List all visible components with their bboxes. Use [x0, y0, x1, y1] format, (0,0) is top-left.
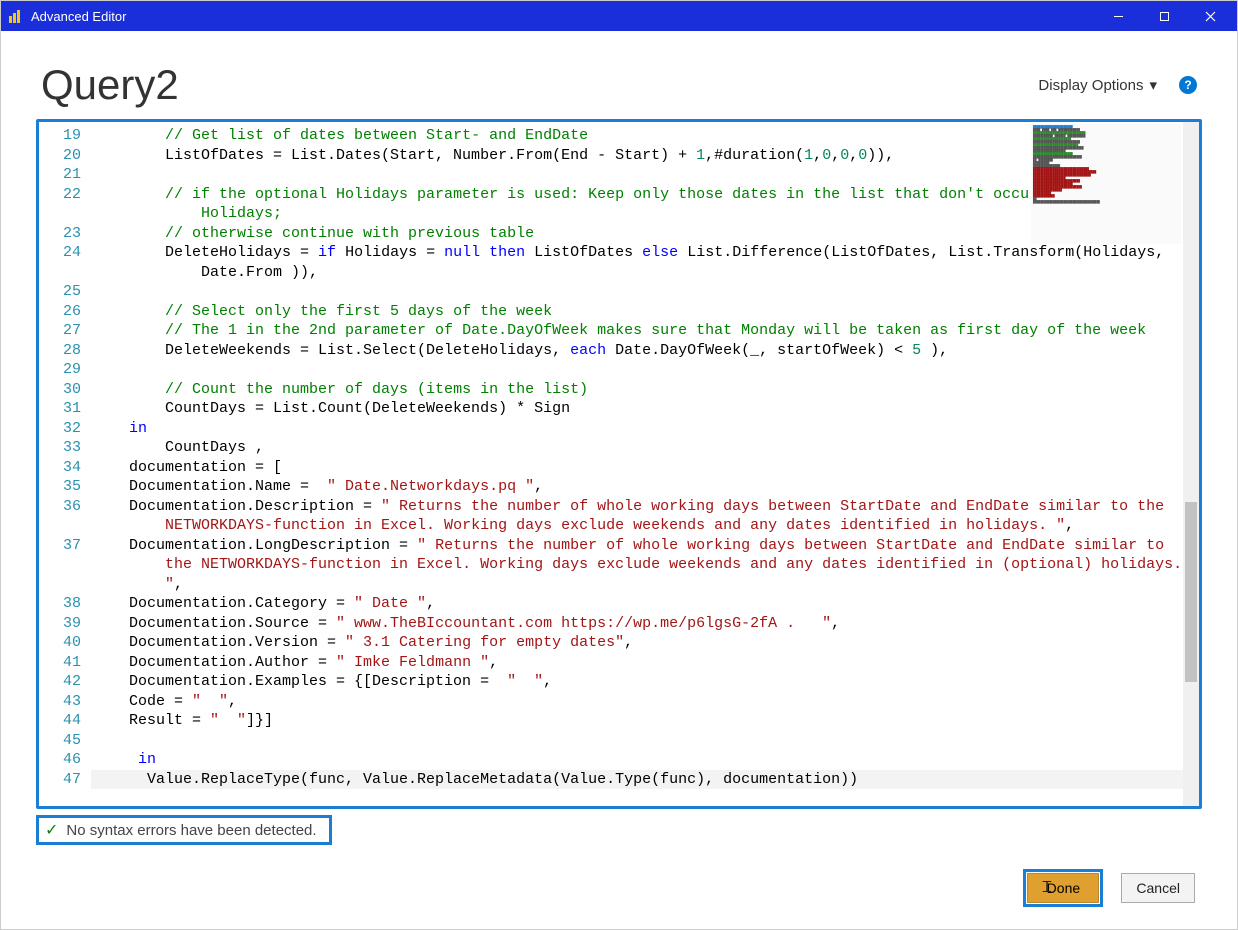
line-number: 36	[39, 497, 81, 517]
line-number: 44	[39, 711, 81, 731]
code-line[interactable]: // Count the number of days (items in th…	[91, 380, 1199, 400]
line-number: 22	[39, 185, 81, 205]
line-number	[39, 555, 81, 575]
line-number	[39, 516, 81, 536]
code-line[interactable]: Code = " ",	[91, 692, 1199, 712]
code-line[interactable]: NETWORKDAYS-function in Excel. Working d…	[91, 516, 1199, 536]
done-button[interactable]: Ꮖ Done	[1027, 873, 1099, 903]
code-line[interactable]: in	[91, 419, 1199, 439]
cancel-button[interactable]: Cancel	[1121, 873, 1195, 903]
code-line[interactable]: documentation = [	[91, 458, 1199, 478]
line-number: 19	[39, 126, 81, 146]
code-line[interactable]: ",	[91, 575, 1199, 595]
vertical-scrollbar[interactable]	[1183, 122, 1199, 806]
line-number	[39, 263, 81, 283]
scrollbar-thumb[interactable]	[1185, 502, 1197, 682]
code-line[interactable]: Documentation.Description = " Returns th…	[91, 497, 1199, 517]
code-minimap[interactable]: ██████████████████████████ ████ ███ ████…	[1031, 124, 1181, 244]
line-number: 34	[39, 458, 81, 478]
done-button-highlight: Ꮖ Done	[1023, 869, 1103, 907]
line-number: 31	[39, 399, 81, 419]
code-line[interactable]: DeleteHolidays = if Holidays = null then…	[91, 243, 1199, 263]
line-number: 30	[39, 380, 81, 400]
code-editor[interactable]: 19202122 2324 252627282930313233343536 3…	[36, 119, 1202, 809]
line-number: 20	[39, 146, 81, 166]
line-number: 25	[39, 282, 81, 302]
line-number: 42	[39, 672, 81, 692]
display-options-label: Display Options	[1038, 77, 1143, 94]
line-number: 41	[39, 653, 81, 673]
code-line[interactable]: // The 1 in the 2nd parameter of Date.Da…	[91, 321, 1199, 341]
text-cursor-icon: Ꮖ	[1042, 879, 1052, 897]
code-line[interactable]: DeleteWeekends = List.Select(DeleteHolid…	[91, 341, 1199, 361]
code-line[interactable]: Documentation.Source = " www.TheBIccount…	[91, 614, 1199, 634]
code-line[interactable]: Result = " "]}]	[91, 711, 1199, 731]
line-number: 33	[39, 438, 81, 458]
code-line[interactable]: Value.ReplaceType(func, Value.ReplaceMet…	[91, 770, 1199, 790]
code-line[interactable]: in	[91, 750, 1199, 770]
powerbi-icon	[9, 9, 23, 23]
code-line[interactable]: Date.From )),	[91, 263, 1199, 283]
chevron-down-icon: ▾	[1149, 76, 1157, 94]
code-line[interactable]: Documentation.Version = " 3.1 Catering f…	[91, 633, 1199, 653]
line-number	[39, 575, 81, 595]
close-button[interactable]	[1187, 1, 1233, 31]
line-number-gutter: 19202122 2324 252627282930313233343536 3…	[39, 122, 91, 806]
line-number: 38	[39, 594, 81, 614]
line-number	[39, 204, 81, 224]
syntax-status-text: No syntax errors have been detected.	[66, 822, 316, 839]
dialog-footer: Ꮖ Done Cancel	[1023, 869, 1195, 907]
line-number: 35	[39, 477, 81, 497]
maximize-button[interactable]	[1141, 1, 1187, 31]
line-number: 46	[39, 750, 81, 770]
line-number: 27	[39, 321, 81, 341]
line-number: 28	[39, 341, 81, 361]
minimize-button[interactable]	[1095, 1, 1141, 31]
line-number: 39	[39, 614, 81, 634]
line-number: 37	[39, 536, 81, 556]
line-number: 26	[39, 302, 81, 322]
syntax-status: ✓ No syntax errors have been detected.	[36, 815, 332, 845]
code-line[interactable]	[91, 282, 1199, 302]
line-number: 21	[39, 165, 81, 185]
code-line[interactable]	[91, 731, 1199, 751]
checkmark-icon: ✓	[45, 820, 58, 840]
help-icon[interactable]: ?	[1179, 76, 1197, 94]
line-number: 24	[39, 243, 81, 263]
query-name-title: Query2	[41, 61, 1038, 109]
line-number: 40	[39, 633, 81, 653]
line-number: 43	[39, 692, 81, 712]
code-line[interactable]: the NETWORKDAYS-function in Excel. Worki…	[91, 555, 1199, 575]
header-bar: Query2 Display Options ▾ ?	[1, 31, 1237, 119]
code-line[interactable]	[91, 360, 1199, 380]
code-line[interactable]: Documentation.Author = " Imke Feldmann "…	[91, 653, 1199, 673]
code-line[interactable]: Documentation.Name = " Date.Networkdays.…	[91, 477, 1199, 497]
status-row: ✓ No syntax errors have been detected.	[36, 815, 1202, 845]
line-number: 23	[39, 224, 81, 244]
code-line[interactable]: CountDays = List.Count(DeleteWeekends) *…	[91, 399, 1199, 419]
display-options-dropdown[interactable]: Display Options ▾	[1038, 76, 1157, 94]
line-number: 29	[39, 360, 81, 380]
line-number: 47	[39, 770, 81, 790]
line-number: 45	[39, 731, 81, 751]
title-bar[interactable]: Advanced Editor	[1, 1, 1237, 31]
cancel-button-label: Cancel	[1136, 880, 1180, 896]
window-title: Advanced Editor	[31, 9, 126, 24]
code-line[interactable]: CountDays ,	[91, 438, 1199, 458]
line-number: 32	[39, 419, 81, 439]
code-line[interactable]: Documentation.Examples = {[Description =…	[91, 672, 1199, 692]
code-line[interactable]: // Select only the first 5 days of the w…	[91, 302, 1199, 322]
code-line[interactable]: Documentation.Category = " Date ",	[91, 594, 1199, 614]
code-line[interactable]: Documentation.LongDescription = " Return…	[91, 536, 1199, 556]
advanced-editor-window: Advanced Editor Query2 Display Options ▾…	[0, 0, 1238, 930]
